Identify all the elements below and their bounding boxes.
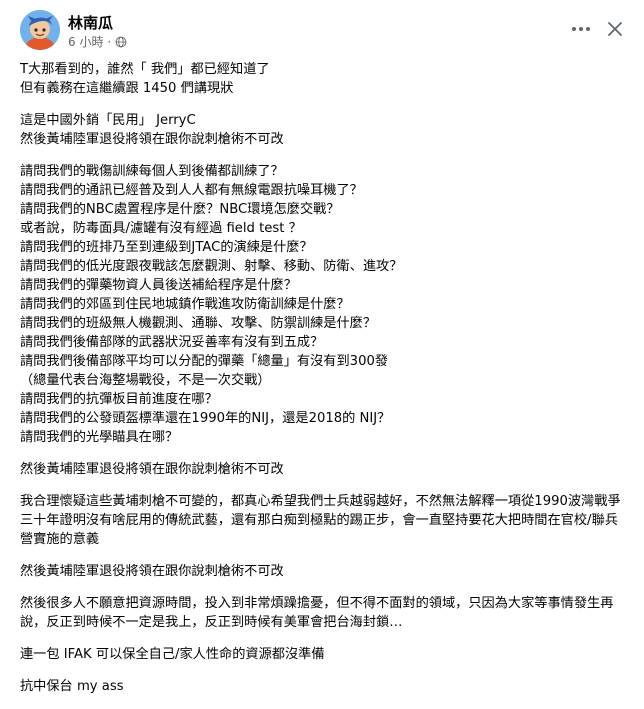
post-paragraph: 請問我們的戰傷訓練每個人到後備都訓練了？ 請問我們的通訊已經普及到人人都有無線電跟… [20, 162, 630, 447]
post-text-line: 請問我們的郊區到住民地城鎮作戰進攻防衛訓練是什麼？ [20, 297, 350, 312]
post-paragraph: 然後很多人不願意把資源時間，投入到非常煩躁擔憂，但不得不面對的領域，只因為大家等… [20, 594, 630, 632]
facebook-post: 林南瓜 6 小時 · T大那看到的，誰然「 我們」都已經知道了 但有義務在這繼續跟… [0, 0, 644, 694]
post-paragraph: 我合理懷疑這些黃埔刺槍不可變的，都真心希望我們士兵越弱越好，不然無法解釋一項從1… [20, 492, 630, 549]
post-text-line: （總量代表台海整場戰役，不是一次交戰） [20, 373, 271, 388]
avatar-image [20, 10, 60, 50]
post-text-line: 請問我們的抗彈板目前進度在哪？ [20, 392, 218, 407]
post-text-line: 請問我們的公發頭盔標準還在1990年的NIJ，還是2018的 NIJ？ [20, 411, 391, 426]
post-paragraph: 然後黃埔陸軍退役將領在跟你說刺槍術不可改 [20, 460, 630, 479]
post-time[interactable]: 6 小時 [68, 33, 103, 50]
more-options-icon [572, 27, 590, 31]
close-button[interactable] [602, 16, 628, 42]
post-text-line: T大那看到的，誰然「 我們」都已經知道了 [20, 62, 270, 77]
post-text-line: 然後很多人不願意把資源時間，投入到非常煩躁擔憂，但不得不面對的領域，只因為大家等… [20, 596, 614, 630]
author-name[interactable]: 林南瓜 [68, 12, 113, 33]
post-paragraph: 然後黃埔陸軍退役將領在跟你說刺槍術不可改 [20, 562, 630, 581]
post-text-line: 然後黃埔陸軍退役將領在跟你說刺槍術不可改 [20, 462, 284, 477]
post-text-line: 然後黃埔陸軍退役將領在跟你說刺槍術不可改 [20, 132, 284, 147]
post-text-line: 抗中保台 my ass [20, 679, 124, 694]
post-text-line: 請問我們的班排乃至到連級到JTAC的演練是什麼？ [20, 240, 313, 255]
meta-separator: · [107, 34, 112, 49]
post-text-line: 我合理懷疑這些黃埔刺槍不可變的，都真心希望我們士兵越弱越好，不然無法解釋一項從1… [20, 494, 621, 547]
post-text-line: 請問我們的彈藥物資人員後送補給程序是什麼？ [20, 278, 297, 293]
post-paragraph: 抗中保台 my ass [20, 677, 630, 696]
post-text-line: 請問我們的通訊已經普及到人人都有無線電跟抗噪耳機了？ [20, 183, 363, 198]
globe-icon [115, 36, 127, 47]
post-text-line: 請問我們的班級無人機觀測、通聯、攻擊、防禦訓練是什麼？ [20, 316, 377, 331]
post-text-line: 這是中國外銷「民用」 JerryC [20, 113, 196, 128]
more-options-button[interactable] [568, 16, 594, 42]
post-body: T大那看到的，誰然「 我們」都已經知道了 但有義務在這繼續跟 1450 們講現狀這… [20, 60, 630, 709]
post-text-line: 請問我們的光學瞄具在哪？ [20, 430, 179, 445]
post-text-line: 然後黃埔陸軍退役將領在跟你說刺槍術不可改 [20, 564, 284, 579]
post-meta: 6 小時 · [68, 33, 127, 50]
post-paragraph: 連一包 IFAK 可以保全自己/家人性命的資源都沒準備 [20, 645, 630, 664]
post-text-line: 請問我們的低光度跟夜戰該怎麼觀測、射擊、移動、防衛、進攻？ [20, 259, 403, 274]
avatar[interactable] [20, 10, 60, 50]
post-text-line: 或者說，防毒面具/濾罐有沒有經過 field test ？ [20, 221, 302, 236]
post-text-line: 連一包 IFAK 可以保全自己/家人性命的資源都沒準備 [20, 647, 325, 662]
post-text-line: 請問我們的戰傷訓練每個人到後備都訓練了？ [20, 164, 284, 179]
post-text-line: 請問我們後備部隊平均可以分配的彈藥「總量」有沒有到300發 [20, 354, 389, 369]
close-icon [608, 22, 622, 36]
post-text-line: 請問我們的NBC處置程序是什麼？NBC環境怎麼交戰？ [20, 202, 340, 217]
post-paragraph: T大那看到的，誰然「 我們」都已經知道了 但有義務在這繼續跟 1450 們講現狀 [20, 60, 630, 98]
post-text-line: 但有義務在這繼續跟 1450 們講現狀 [20, 81, 234, 96]
post-paragraph: 這是中國外銷「民用」 JerryC 然後黃埔陸軍退役將領在跟你說刺槍術不可改 [20, 111, 630, 149]
post-text-line: 請問我們後備部隊的武器狀況妥善率有沒有到五成？ [20, 335, 324, 350]
